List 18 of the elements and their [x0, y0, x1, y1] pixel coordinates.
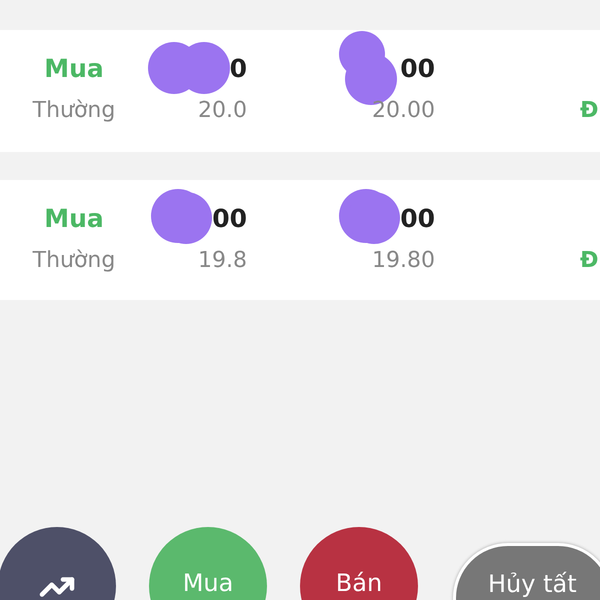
order-card[interactable]: Mua 00 00 Thường 19.8 19.80 Đ [0, 180, 600, 300]
order-type: Thường [32, 98, 116, 122]
order-price: 00 [400, 204, 435, 232]
order-price-detail: 20.0 [198, 98, 247, 122]
order-price: 00 [400, 54, 435, 82]
order-quantity: 00 [212, 204, 247, 232]
order-value: 20.00 [372, 98, 435, 122]
order-price-detail: 19.8 [198, 248, 247, 272]
order-side: Mua [44, 54, 104, 82]
order-quantity: 0 [230, 54, 247, 82]
cancel-all-button[interactable]: Hủy tất [453, 543, 600, 600]
order-card[interactable]: Mua 0 00 Thường 20.0 20.00 Đ [0, 30, 600, 152]
order-status: Đ [580, 98, 598, 122]
order-value: 19.80 [372, 248, 435, 272]
order-type: Thường [32, 248, 116, 272]
sell-button[interactable]: Bán [300, 527, 418, 600]
order-status: Đ [580, 248, 598, 272]
order-side: Mua [44, 204, 104, 232]
